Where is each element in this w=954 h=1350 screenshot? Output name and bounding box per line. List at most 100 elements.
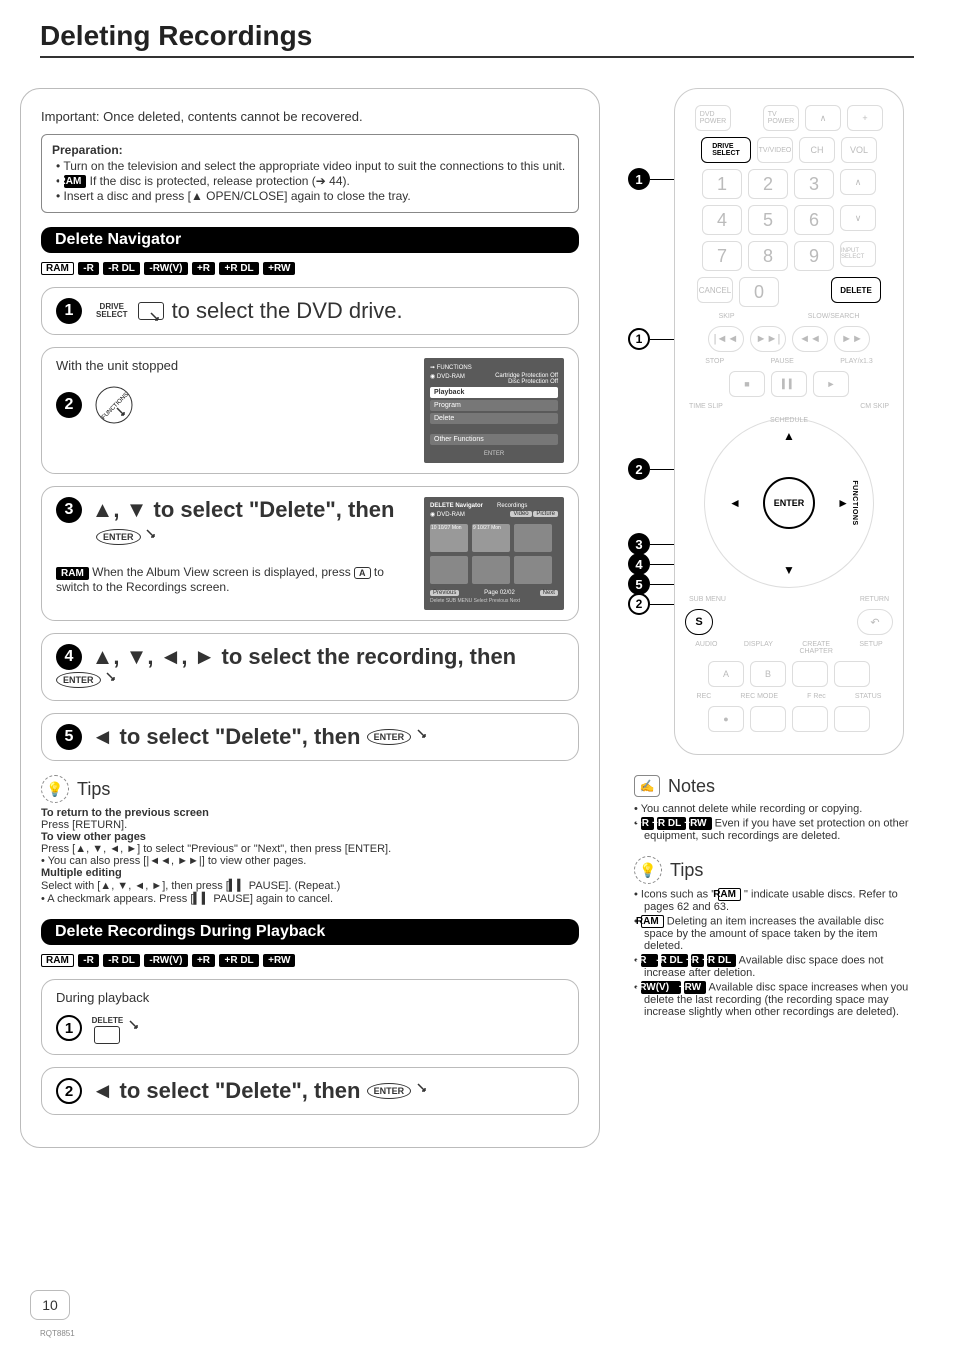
disc-chips-row: RAM -R -R DL -RW(V) +R +R DL +RW	[41, 951, 579, 969]
step-number-icon: 2	[56, 1078, 82, 1104]
vol-label: VOL	[841, 137, 877, 163]
ch-up-button[interactable]: ∧	[840, 169, 876, 195]
num-5-button[interactable]: 5	[748, 205, 788, 235]
num-7-button[interactable]: 7	[702, 241, 742, 271]
prep-item: • Turn on the television and select the …	[56, 159, 568, 173]
disc-chip: -R	[78, 262, 99, 275]
step-number-icon: 1	[56, 298, 82, 324]
lightbulb-icon: 💡	[634, 856, 662, 884]
dpad-up-icon[interactable]: ▲	[783, 429, 795, 443]
step-3-box: 3 ▲, ▼ to select "Delete", then ENTER RA…	[41, 486, 579, 621]
step-number-icon: 5	[56, 724, 82, 750]
notes-heading: ✍ Notes	[634, 775, 914, 797]
preparation-heading: Preparation:	[52, 143, 568, 157]
vol-up-button[interactable]: +	[847, 105, 883, 131]
enter-button-icon: ENTER	[56, 672, 101, 688]
dvd-power-button[interactable]: DVD POWER	[695, 105, 731, 131]
disc-chip: RAM	[41, 954, 74, 967]
pause-button[interactable]: ▍▍	[771, 371, 807, 397]
num-4-button[interactable]: 4	[702, 205, 742, 235]
remote-callout-4: 4	[628, 553, 650, 575]
input-select-button[interactable]: INPUT SELECT	[840, 241, 876, 267]
remote-control: DVD POWER TV POWER ∧ + DRIVE SELECT TV/V…	[674, 88, 904, 755]
b-button[interactable]: B	[750, 661, 786, 687]
page-title: Deleting Recordings	[40, 20, 914, 52]
step-number-icon: 3	[56, 497, 82, 523]
disc-chip: -RW(V)	[144, 954, 187, 967]
stop-button[interactable]: ■	[729, 371, 765, 397]
remote-callout-o2: 2	[628, 593, 650, 615]
num-6-button[interactable]: 6	[794, 205, 834, 235]
disc-chip: +R DL	[219, 954, 258, 967]
tips-right-heading: 💡 Tips	[634, 856, 914, 884]
f-rec-button[interactable]	[792, 706, 828, 732]
disc-chip: RAM	[41, 262, 74, 275]
dpad-down-icon[interactable]: ▼	[783, 563, 795, 577]
step-2-heading: With the unit stopped	[56, 358, 376, 373]
menu-item: Delete	[430, 413, 558, 424]
step-3-note: When the Album View screen is displayed,…	[89, 565, 354, 579]
enter-button[interactable]: ENTER	[763, 477, 815, 529]
key-a-chip: A	[354, 567, 371, 579]
schedule-label: SCHEDULE	[770, 417, 808, 424]
drive-select-label: DRIVE SELECT	[96, 303, 128, 319]
num-3-button[interactable]: 3	[794, 169, 834, 199]
functions-menu-screen: ➟ FUNCTIONS ◉ DVD-RAMCartridge Protectio…	[424, 358, 564, 463]
disc-chip: -RW(V)	[144, 262, 187, 275]
tv-video-button[interactable]: TV/VIDEO	[757, 137, 793, 163]
rec-button[interactable]: ●	[708, 706, 744, 732]
menu-item: Playback	[430, 387, 558, 398]
delete-button-icon	[94, 1026, 120, 1044]
d-button[interactable]	[834, 661, 870, 687]
enter-button-icon: ENTER	[96, 529, 141, 545]
rec-mode-button[interactable]	[750, 706, 786, 732]
lightbulb-icon: 💡	[41, 775, 69, 803]
c-button[interactable]	[792, 661, 828, 687]
slow-back-button[interactable]: ◄◄	[792, 326, 828, 352]
menu-item: Program	[430, 400, 558, 411]
num-9-button[interactable]: 9	[794, 241, 834, 271]
playback-step-2-box: 2 ◄ to select "Delete", then ENTER	[41, 1067, 579, 1115]
ch-down-button[interactable]: ∨	[840, 205, 876, 231]
menu-item: Other Functions	[430, 434, 558, 445]
disc-chip: -R DL	[103, 954, 140, 967]
playback-step-2-text: ◄ to select "Delete", then	[92, 1078, 367, 1103]
dpad-right-icon[interactable]: ►	[837, 496, 849, 510]
skip-fwd-button[interactable]: ►►|	[750, 326, 786, 352]
disc-chip: -R	[78, 954, 99, 967]
main-frame: Important: Once deleted, contents cannot…	[20, 88, 600, 1148]
functions-button-icon: FUNCTIONS	[92, 383, 136, 427]
remote-callout-2: 2	[628, 458, 650, 480]
step-3-text: ▲, ▼ to select "Delete", then	[92, 497, 395, 522]
drive-select-button[interactable]: DRIVE SELECT	[701, 137, 751, 163]
playback-step-1-box: During playback 1 DELETE	[41, 979, 579, 1055]
delete-navigator-screen: DELETE NavigatorRecordings ◉ DVD-RAM Vid…	[424, 497, 564, 610]
remote-callout-5: 5	[628, 573, 650, 595]
s-button[interactable]: S	[685, 609, 713, 635]
title-rule	[40, 56, 914, 58]
remote-callout-1: 1	[628, 168, 650, 190]
tips-heading: 💡 Tips	[41, 775, 579, 803]
skip-back-button[interactable]: |◄◄	[708, 326, 744, 352]
step-number-icon: 1	[56, 1015, 82, 1041]
ram-chip: RAM	[56, 567, 89, 580]
intro-text: Important: Once deleted, contents cannot…	[41, 109, 579, 124]
status-button[interactable]	[834, 706, 870, 732]
slow-fwd-button[interactable]: ►►	[834, 326, 870, 352]
num-1-button[interactable]: 1	[702, 169, 742, 199]
ch-label: CH	[799, 137, 835, 163]
delete-button[interactable]: DELETE	[831, 277, 881, 303]
num-0-button[interactable]: 0	[739, 277, 779, 307]
return-button[interactable]: ↶	[857, 609, 893, 635]
remote-callout-o1: 1	[628, 328, 650, 350]
play-button[interactable]: ►	[813, 371, 849, 397]
ch-up-button[interactable]: ∧	[805, 105, 841, 131]
cancel-button[interactable]: CANCEL	[697, 277, 733, 303]
dpad[interactable]: SCHEDULE ▲ ▼ ◄ ► ENTER FUNCTIONS	[704, 418, 874, 588]
num-2-button[interactable]: 2	[748, 169, 788, 199]
a-button[interactable]: A	[708, 661, 744, 687]
dpad-left-icon[interactable]: ◄	[729, 496, 741, 510]
tv-power-button[interactable]: TV POWER	[763, 105, 799, 131]
num-8-button[interactable]: 8	[748, 241, 788, 271]
step-1-text: to select the DVD drive.	[172, 298, 403, 324]
